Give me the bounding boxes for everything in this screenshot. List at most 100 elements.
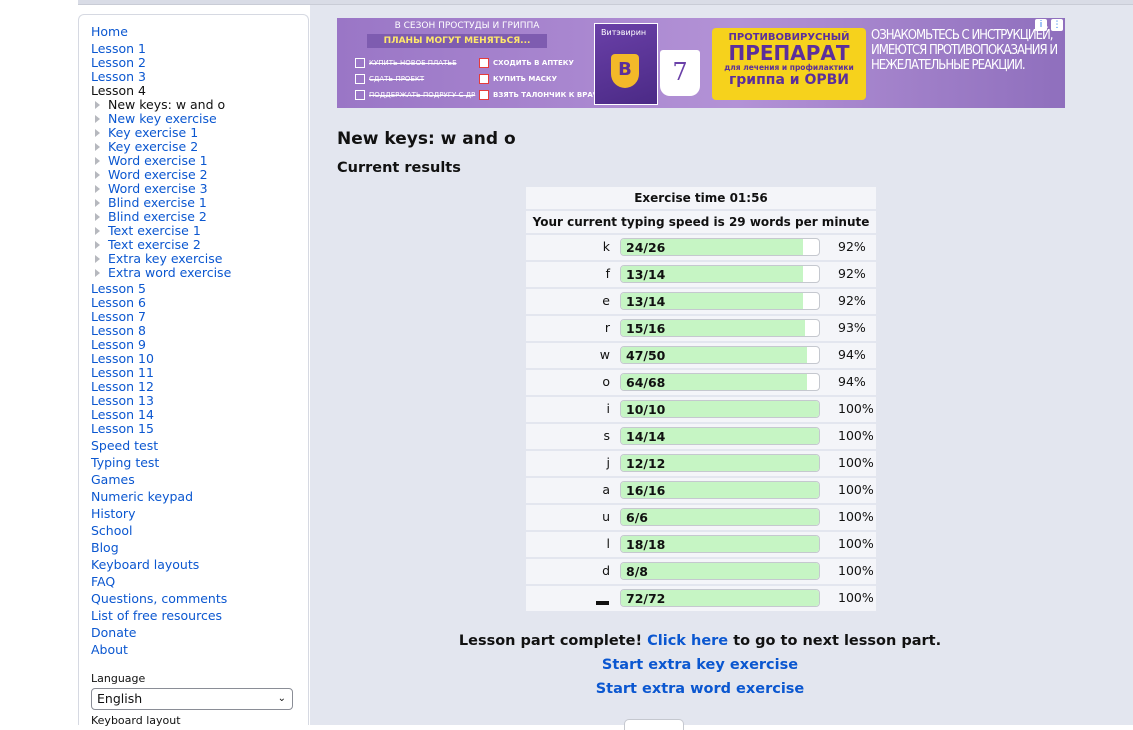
triangle-right-icon [95, 227, 100, 235]
nav-link-numeric-keypad[interactable]: Numeric keypad [91, 490, 306, 504]
nav-link-school[interactable]: School [91, 524, 306, 538]
triangle-right-icon [95, 185, 100, 193]
nav-subitem[interactable]: Word exercise 1 [91, 154, 306, 168]
ad-product-pack: Витэвирин B [594, 23, 658, 105]
result-percent: 93% [838, 320, 866, 335]
start-extra-key-exercise-link[interactable]: Start extra key exercise [602, 657, 798, 673]
ad-info-icon[interactable]: i [1035, 19, 1047, 31]
nav-link-lesson-1[interactable]: Lesson 1 [91, 42, 306, 56]
nav-link-about[interactable]: About [91, 643, 306, 657]
ad-drug-line4: гриппа и ОРВИ [728, 72, 850, 88]
nav-link-lesson-10[interactable]: Lesson 10 [91, 352, 306, 366]
result-key: f [605, 266, 610, 281]
accuracy-bar: 18/18 [620, 535, 820, 553]
result-key: u [602, 509, 610, 524]
result-percent: 100% [838, 590, 874, 605]
result-row: i 10/10 100% [526, 397, 876, 424]
nav-link-lesson-13[interactable]: Lesson 13 [91, 394, 306, 408]
shield-icon: B [611, 54, 639, 88]
nav-link-lesson-15[interactable]: Lesson 15 [91, 422, 306, 436]
nav-link-faq[interactable]: FAQ [91, 575, 306, 589]
nav-link-donate[interactable]: Donate [91, 626, 306, 640]
result-count: 14/14 [626, 429, 666, 444]
next-lesson-link[interactable]: Click here [647, 633, 728, 649]
nav-subitem[interactable]: Blind exercise 1 [91, 196, 306, 210]
nav-link-lesson-5[interactable]: Lesson 5 [91, 282, 306, 296]
nav-link-lesson-2[interactable]: Lesson 2 [91, 56, 306, 70]
nav-link-lesson-9[interactable]: Lesson 9 [91, 338, 306, 352]
nav-link-lesson-11[interactable]: Lesson 11 [91, 366, 306, 380]
nav-subitem[interactable]: New key exercise [91, 112, 306, 126]
triangle-right-icon [95, 143, 100, 151]
exercise-time: Exercise time 01:56 [526, 187, 876, 211]
nav-subitem[interactable]: Word exercise 2 [91, 168, 306, 182]
triangle-right-icon [95, 171, 100, 179]
result-row: j 12/12 100% [526, 451, 876, 478]
advertisement-banner[interactable]: В СЕЗОН ПРОСТУДЫ И ГРИППА ПЛАНЫ МОГУТ МЕ… [337, 18, 1065, 108]
result-percent: 94% [838, 347, 866, 362]
nav-link-typing-test[interactable]: Typing test [91, 456, 306, 470]
nav-link-questions-comments[interactable]: Questions, comments [91, 592, 306, 606]
nav-link-lesson-12[interactable]: Lesson 12 [91, 380, 306, 394]
result-count: 24/26 [626, 240, 666, 255]
result-percent: 94% [838, 374, 866, 389]
ad-right-item: СХОДИТЬ В АПТЕКУ [479, 58, 574, 68]
accuracy-bar: 13/14 [620, 265, 820, 283]
triangle-right-icon [95, 129, 100, 137]
nav-subitem-label: Key exercise 2 [108, 139, 199, 154]
accuracy-bar: 6/6 [620, 508, 820, 526]
language-label: Language [91, 672, 146, 685]
nav-subitem[interactable]: Text exercise 1 [91, 224, 306, 238]
checkbox-icon [355, 90, 365, 100]
result-row: k 24/26 92% [526, 235, 876, 262]
nav-link-list-of-free-resources[interactable]: List of free resources [91, 609, 306, 623]
section-subtitle: Current results [337, 160, 461, 176]
nav-link-lesson-6[interactable]: Lesson 6 [91, 296, 306, 310]
ad-brand: Витэвирин [601, 28, 647, 37]
nav-subitem[interactable]: Extra word exercise [91, 266, 306, 280]
nav-link-games[interactable]: Games [91, 473, 306, 487]
nav-link-home[interactable]: Home [91, 25, 306, 39]
result-percent: 92% [838, 266, 866, 281]
checkmark-icon [479, 74, 489, 84]
language-select[interactable]: English ⌄ [91, 688, 293, 710]
result-row: o 64/68 94% [526, 370, 876, 397]
accuracy-bar: 15/16 [620, 319, 820, 337]
complete-prefix: Lesson part complete! [458, 633, 648, 649]
accuracy-bar: 14/14 [620, 427, 820, 445]
nav-link-history[interactable]: History [91, 507, 306, 521]
nav-link-lesson-8[interactable]: Lesson 8 [91, 324, 306, 338]
ad-drug-line3: для лечения и профилактики [724, 63, 854, 72]
typing-speed: Your current typing speed is 29 words pe… [526, 211, 876, 235]
nav-link-keyboard-layouts[interactable]: Keyboard layouts [91, 558, 306, 572]
ad-more-icon[interactable]: ⋮ [1051, 19, 1063, 31]
nav-subitem[interactable]: Extra key exercise [91, 252, 306, 266]
nav-subitem-label: New keys: w and o [108, 97, 226, 112]
space-key-icon [596, 601, 609, 605]
nav-subitem-label: Key exercise 1 [108, 125, 199, 140]
nav-link-blog[interactable]: Blog [91, 541, 306, 555]
nav-link-lesson-14[interactable]: Lesson 14 [91, 408, 306, 422]
result-row: a 16/16 100% [526, 478, 876, 505]
nav-link-lesson-3[interactable]: Lesson 3 [91, 70, 306, 84]
nav-link-lesson-7[interactable]: Lesson 7 [91, 310, 306, 324]
result-row: 72/72 100% [526, 586, 876, 613]
result-count: 12/12 [626, 456, 666, 471]
nav-subitem[interactable]: Key exercise 2 [91, 140, 306, 154]
start-extra-word-exercise-link[interactable]: Start extra word exercise [596, 681, 805, 697]
nav-link-speed-test[interactable]: Speed test [91, 439, 306, 453]
checkbox-icon [355, 58, 365, 68]
nav-subitem-label: Text exercise 1 [108, 223, 201, 238]
triangle-right-icon [95, 213, 100, 221]
result-count: 6/6 [626, 510, 648, 525]
result-key: w [599, 347, 610, 362]
accuracy-bar-fill [621, 509, 819, 525]
lesson-complete-message: Lesson part complete! Click here to go t… [310, 633, 1090, 649]
nav-subitem[interactable]: Key exercise 1 [91, 126, 306, 140]
nav-subitem[interactable]: Blind exercise 2 [91, 210, 306, 224]
nav-subitem[interactable]: Text exercise 2 [91, 238, 306, 252]
nav-subitem[interactable]: Word exercise 3 [91, 182, 306, 196]
result-row: r 15/16 93% [526, 316, 876, 343]
ad-plans-text: ПЛАНЫ МОГУТ МЕНЯТЬСЯ... [367, 34, 547, 48]
ad-right-item: ВЗЯТЬ ТАЛОНЧИК К ВРАЧУ [479, 90, 604, 100]
